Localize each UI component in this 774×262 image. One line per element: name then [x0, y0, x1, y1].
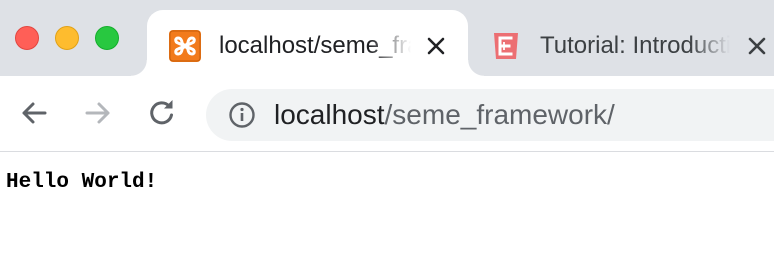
reload-icon[interactable] [142, 93, 182, 133]
url-host: localhost [274, 99, 385, 130]
brackets-f-icon [494, 33, 518, 59]
tab-localhost[interactable]: localhost/seme_framework/ [131, 10, 484, 76]
tab-tutorial[interactable]: Tutorial: Introduction [468, 10, 774, 76]
tab-title: localhost/seme_framework/ [219, 32, 411, 59]
arrow-left-icon[interactable] [14, 93, 54, 133]
address-bar[interactable]: localhost/seme_framework/ [206, 89, 774, 141]
xampp-icon [169, 30, 201, 62]
tab-strip: localhost/seme_framework/ Tutorial: Intr… [0, 0, 774, 76]
close-tab-icon[interactable] [744, 33, 770, 59]
url-path: /seme_framework/ [384, 99, 615, 130]
info-icon[interactable] [228, 101, 256, 129]
close-tab-icon[interactable] [423, 33, 449, 59]
arrow-right-icon[interactable] [78, 93, 118, 133]
tab-title: Tutorial: Introduction [540, 32, 730, 59]
window-close-button[interactable] [15, 26, 39, 50]
window-minimize-button[interactable] [55, 26, 79, 50]
url-text[interactable]: localhost/seme_framework/ [274, 89, 615, 141]
hello-world-text: Hello World! [6, 171, 158, 194]
window-zoom-button[interactable] [95, 26, 119, 50]
browser-toolbar: localhost/seme_framework/ [0, 76, 774, 152]
page-content: Hello World! [0, 152, 774, 262]
